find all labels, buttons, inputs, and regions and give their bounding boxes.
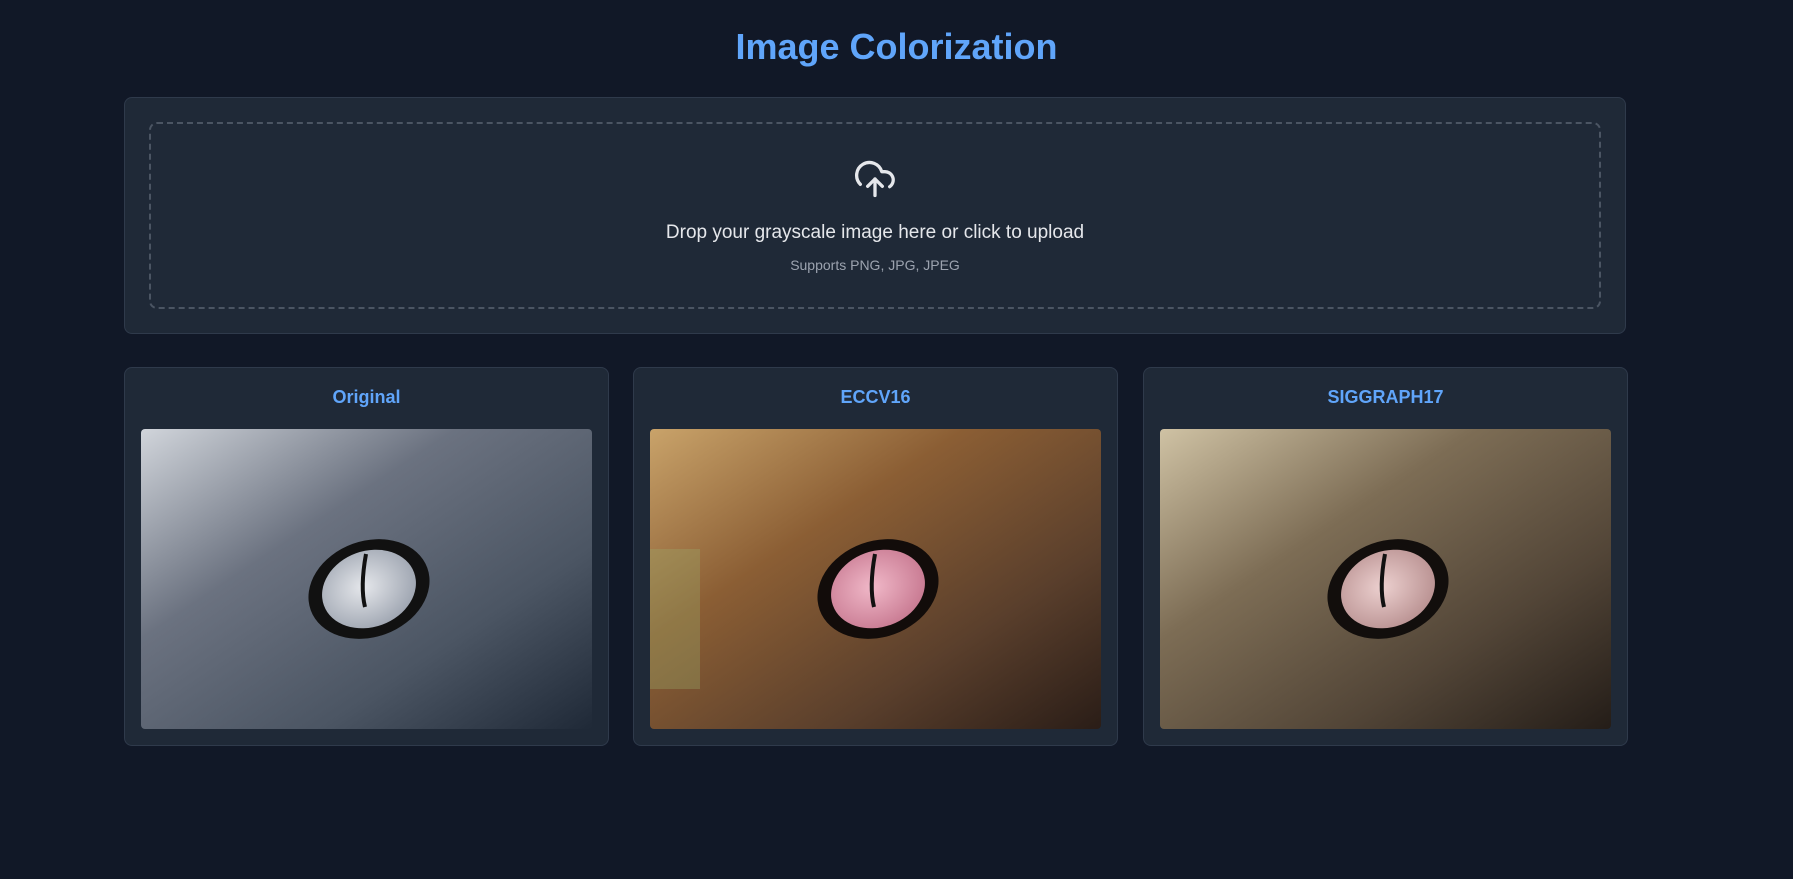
cloud-upload-icon [855, 160, 895, 198]
result-card-siggraph17: SIGGRAPH17 [1143, 367, 1628, 746]
card-title-eccv16: ECCV16 [840, 387, 911, 407]
upload-dropzone[interactable]: Drop your grayscale image here or click … [149, 122, 1601, 309]
result-card-eccv16: ECCV16 [633, 367, 1118, 746]
card-title-siggraph17: SIGGRAPH17 [1327, 387, 1444, 407]
upload-card: Drop your grayscale image here or click … [124, 97, 1626, 334]
card-title-original: Original [332, 387, 401, 407]
upload-prompt: Drop your grayscale image here or click … [665, 222, 1085, 243]
result-card-original: Original [124, 367, 609, 746]
eccv16-image [650, 429, 1101, 729]
siggraph17-image [1160, 429, 1611, 729]
upload-formats: Supports PNG, JPG, JPEG [790, 257, 960, 273]
original-image [141, 429, 592, 729]
page-title: Image Colorization [735, 26, 1058, 67]
